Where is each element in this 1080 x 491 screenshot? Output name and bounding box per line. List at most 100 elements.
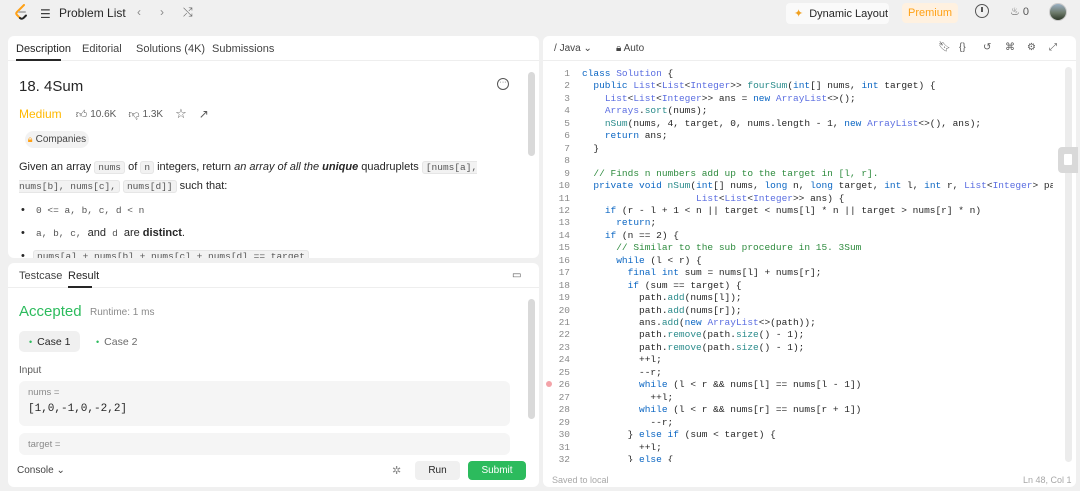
line-number[interactable]: 18 xyxy=(543,279,570,292)
dislike-button[interactable]: 👎︎ 1.3K xyxy=(128,108,163,121)
line-number[interactable]: 7 xyxy=(543,142,570,155)
tab-editorial[interactable]: Editorial xyxy=(82,43,122,55)
code-line[interactable]: 31 ++l; xyxy=(543,441,1053,454)
code-line[interactable]: 7 } xyxy=(543,142,1053,155)
case-2-tab[interactable]: • Case 2 xyxy=(86,331,147,352)
line-number[interactable]: 27 xyxy=(543,391,570,404)
code-line[interactable]: 22 path.remove(path.size() - 1); xyxy=(543,328,1053,341)
problem-list-icon[interactable]: ☰ xyxy=(40,7,51,21)
code-line[interactable]: 12 if (r - l + 1 < n || target < nums[l]… xyxy=(543,204,1053,217)
code-line[interactable]: 27 ++l; xyxy=(543,391,1053,404)
line-number[interactable]: 8 xyxy=(543,154,570,167)
code-line[interactable]: 9 // Finds n numbers add up to the targe… xyxy=(543,167,1053,180)
line-number[interactable]: 12 xyxy=(543,204,570,217)
line-number[interactable]: 3 xyxy=(543,92,570,105)
code-line[interactable]: 8 xyxy=(543,154,1053,167)
debug-icon[interactable]: ✲ xyxy=(392,464,401,477)
console-toggle[interactable]: Console ⌄ xyxy=(17,465,65,476)
code-line[interactable]: 28 while (l < r && nums[r] == nums[r + 1… xyxy=(543,403,1053,416)
code-line[interactable]: 13 return; xyxy=(543,216,1053,229)
line-number[interactable]: 20 xyxy=(543,304,570,317)
line-number[interactable]: 9 xyxy=(543,167,570,180)
tab-testcase[interactable]: Testcase xyxy=(19,270,62,282)
tab-submissions[interactable]: Submissions xyxy=(212,43,274,55)
language-select[interactable]: / Java ⌄ xyxy=(554,43,592,54)
code-line[interactable]: 10 private void nSum(int[] nums, long n,… xyxy=(543,179,1053,192)
code-line[interactable]: 21 ans.add(new ArrayList<>(path)); xyxy=(543,316,1053,329)
code-line[interactable]: 25 --r; xyxy=(543,366,1053,379)
code-line[interactable]: 23 path.remove(path.size() - 1); xyxy=(543,341,1053,354)
chevron-left-icon[interactable]: ‹ xyxy=(137,5,141,19)
line-number[interactable]: 6 xyxy=(543,129,570,142)
code-line[interactable]: 19 path.add(nums[l]); xyxy=(543,291,1053,304)
code-line[interactable]: 3 List<List<Integer>> ans = new ArrayLis… xyxy=(543,92,1053,105)
line-number[interactable]: 25 xyxy=(543,366,570,379)
case-1-tab[interactable]: • Case 1 xyxy=(19,331,81,352)
result-scrollbar[interactable] xyxy=(528,299,535,419)
auto-mode-toggle[interactable]: 🔒︎ Auto xyxy=(616,43,644,54)
code-line[interactable]: 18 if (sum == target) { xyxy=(543,279,1053,292)
premium-button[interactable]: Premium xyxy=(902,3,958,23)
submit-button[interactable]: Submit xyxy=(468,461,526,480)
line-number[interactable]: 31 xyxy=(543,441,570,454)
settings-gear-icon[interactable]: ⚙ xyxy=(1027,42,1036,53)
line-number[interactable]: 21 xyxy=(543,316,570,329)
code-line[interactable]: 16 while (l < r) { xyxy=(543,254,1053,267)
line-number[interactable]: 23 xyxy=(543,341,570,354)
panel-layout-icon[interactable]: ▭ xyxy=(512,270,521,281)
line-number[interactable]: 14 xyxy=(543,229,570,242)
share-icon[interactable]: ↗ xyxy=(199,107,209,121)
code-line[interactable]: 14 if (n == 2) { xyxy=(543,229,1053,242)
line-number[interactable]: 13 xyxy=(543,216,570,229)
line-number[interactable]: 16 xyxy=(543,254,570,267)
dynamic-layout-button[interactable]: ✦ Dynamic Layout xyxy=(786,3,889,24)
line-number[interactable]: 24 xyxy=(543,353,570,366)
code-line[interactable]: 15 // Similar to the sub procedure in 15… xyxy=(543,241,1053,254)
shortcut-icon[interactable]: ⌘ xyxy=(1005,42,1015,53)
reset-icon[interactable]: ↺ xyxy=(983,42,991,53)
line-number[interactable]: 15 xyxy=(543,241,570,254)
tab-result[interactable]: Result xyxy=(68,270,99,282)
problem-list-link[interactable]: Problem List xyxy=(59,6,126,20)
line-number[interactable]: 1 xyxy=(543,67,570,80)
code-line[interactable]: 1 class Solution { xyxy=(543,67,1053,80)
line-number[interactable]: 5 xyxy=(543,117,570,130)
tab-solutions[interactable]: Solutions (4K) xyxy=(136,43,205,55)
code-area[interactable]: 1 class Solution {2 public List<List<Inte… xyxy=(543,67,1053,462)
fullscreen-icon[interactable]: ⤢ xyxy=(1049,42,1057,53)
more-options-icon[interactable]: ··· xyxy=(497,78,509,90)
code-line[interactable]: 20 path.add(nums[r]); xyxy=(543,304,1053,317)
line-number[interactable]: 28 xyxy=(543,403,570,416)
code-line[interactable]: 30 } else if (sum < target) { xyxy=(543,428,1053,441)
line-number[interactable]: 10 xyxy=(543,179,570,192)
chevron-right-icon[interactable]: › xyxy=(160,5,164,19)
code-line[interactable]: 24 ++l; xyxy=(543,353,1053,366)
leetcode-logo-icon[interactable] xyxy=(14,4,30,21)
streak-counter[interactable]: ♨ 0 xyxy=(1010,5,1029,19)
code-line[interactable]: 5 nSum(nums, 4, target, 0, nums.length -… xyxy=(543,117,1053,130)
code-line[interactable]: 17 final int sum = nums[l] + nums[r]; xyxy=(543,266,1053,279)
code-line[interactable]: 2 public List<List<Integer>> fourSum(int… xyxy=(543,79,1053,92)
line-number[interactable]: 22 xyxy=(543,328,570,341)
code-line[interactable]: 6 return ans; xyxy=(543,129,1053,142)
line-number[interactable]: 19 xyxy=(543,291,570,304)
code-line[interactable]: 11 List<List<Integer>> ans) { xyxy=(543,192,1053,205)
line-number[interactable]: 4 xyxy=(543,104,570,117)
line-number[interactable]: 11 xyxy=(543,192,570,205)
bookmark-icon[interactable]: 🔖︎ xyxy=(938,42,951,53)
tab-description[interactable]: Description xyxy=(16,43,71,55)
code-line[interactable]: 29 --r; xyxy=(543,416,1053,429)
code-line[interactable]: 26 while (l < r && nums[l] == nums[l - 1… xyxy=(543,378,1053,391)
line-number[interactable]: 32 xyxy=(543,453,570,462)
code-line[interactable]: 32 } else { xyxy=(543,453,1053,462)
line-number[interactable]: 29 xyxy=(543,416,570,429)
code-line[interactable]: 4 Arrays.sort(nums); xyxy=(543,104,1053,117)
line-number[interactable]: 30 xyxy=(543,428,570,441)
description-scrollbar[interactable] xyxy=(528,72,535,156)
braces-icon[interactable]: {} xyxy=(959,42,966,53)
shuffle-icon[interactable]: ⤭ xyxy=(183,5,193,20)
companies-tag[interactable]: 🔒︎ Companies xyxy=(25,131,89,148)
code-scrollbar-track[interactable] xyxy=(1065,67,1072,462)
like-button[interactable]: 👍︎ 10.6K xyxy=(76,108,117,121)
run-button[interactable]: Run xyxy=(415,461,460,480)
